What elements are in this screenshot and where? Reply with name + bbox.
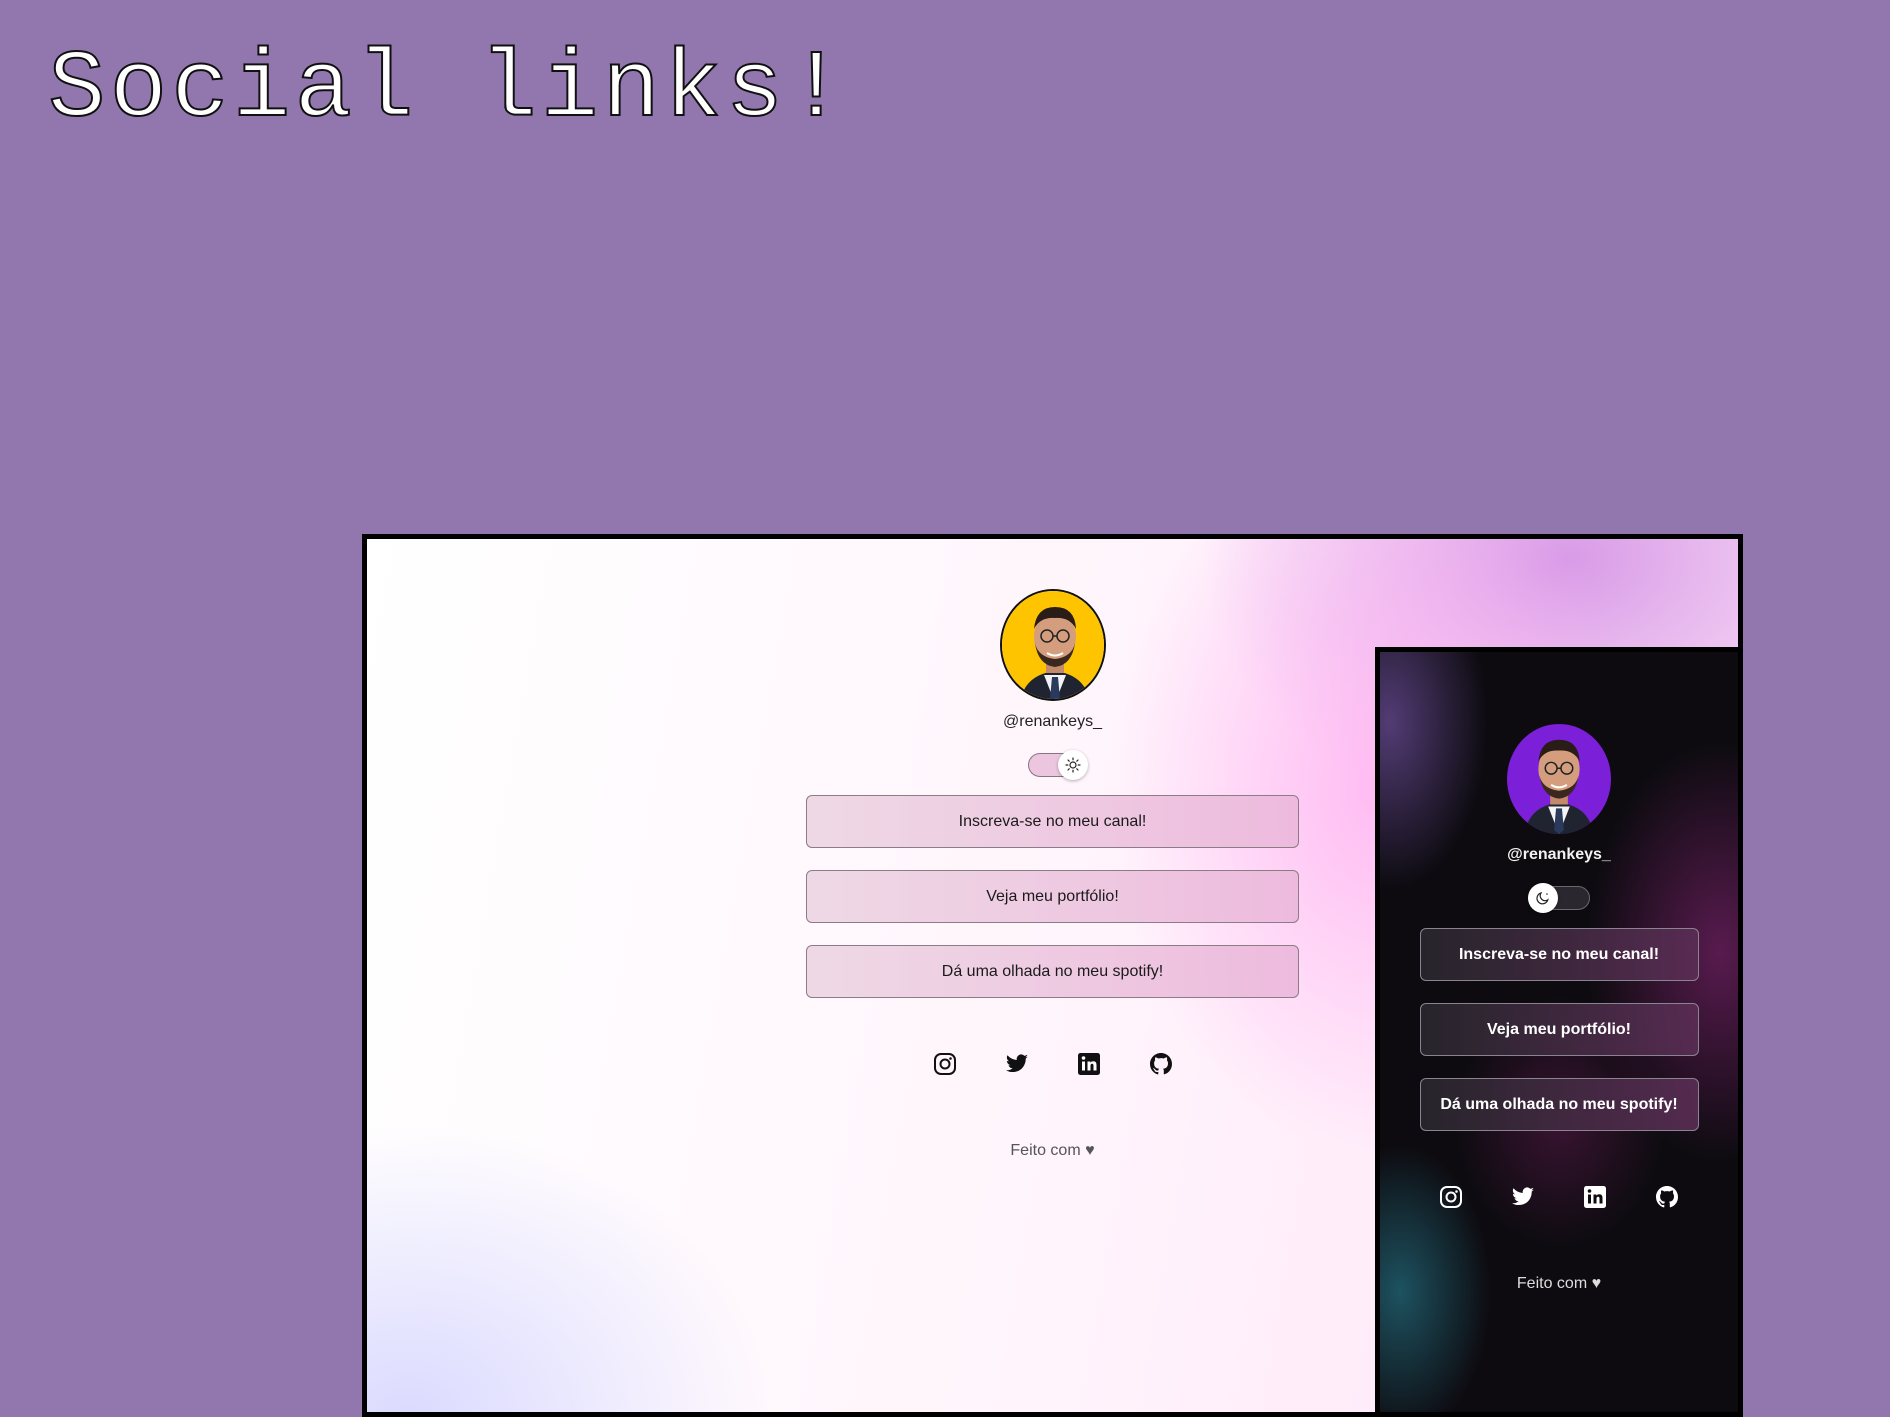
- theme-toggle[interactable]: [1528, 883, 1590, 913]
- twitter-link[interactable]: [1003, 1050, 1031, 1078]
- youtube-channel-button[interactable]: Inscreva-se no meu canal!: [1419, 928, 1699, 981]
- twitter-icon: [1512, 1187, 1534, 1206]
- avatar: [999, 589, 1106, 701]
- instagram-icon: [933, 1053, 956, 1075]
- portfolio-button[interactable]: Veja meu portfólio!: [1419, 1003, 1699, 1056]
- avatar: [1507, 724, 1611, 834]
- toggle-knob[interactable]: [1528, 883, 1558, 913]
- github-icon: [1149, 1053, 1172, 1075]
- instagram-link[interactable]: [1437, 1183, 1465, 1211]
- footer-text: Feito com ♥: [1516, 1275, 1602, 1292]
- github-icon: [1656, 1186, 1678, 1208]
- github-link[interactable]: [1147, 1050, 1175, 1078]
- linkedin-link[interactable]: [1075, 1050, 1103, 1078]
- instagram-link[interactable]: [931, 1050, 959, 1078]
- page-title: Social links!: [47, 35, 849, 144]
- github-link[interactable]: [1653, 1183, 1681, 1211]
- youtube-channel-button[interactable]: Inscreva-se no meu canal!: [806, 795, 1299, 848]
- dark-theme-preview: @renankeys_ Inscreva-se no meu canal! Ve…: [1375, 647, 1743, 1417]
- link-list: Inscreva-se no meu canal! Veja meu portf…: [1380, 928, 1738, 1131]
- spotify-button[interactable]: Dá uma olhada no meu spotify!: [806, 945, 1299, 998]
- sun-icon: [1064, 757, 1081, 773]
- toggle-knob[interactable]: [1057, 750, 1088, 780]
- twitter-icon: [1005, 1054, 1028, 1073]
- spotify-button[interactable]: Dá uma olhada no meu spotify!: [1419, 1078, 1699, 1131]
- social-links: [1380, 1183, 1738, 1211]
- profile: @renankeys_ Inscreva-se no meu canal! Ve…: [1380, 724, 1738, 1293]
- portfolio-button[interactable]: Veja meu portfólio!: [806, 870, 1299, 923]
- linkedin-link[interactable]: [1581, 1183, 1609, 1211]
- twitter-link[interactable]: [1509, 1183, 1537, 1211]
- instagram-icon: [1440, 1186, 1462, 1208]
- linkedin-icon: [1077, 1053, 1100, 1075]
- linkedin-icon: [1584, 1186, 1606, 1208]
- theme-toggle[interactable]: [1027, 750, 1088, 780]
- profile-handle: @renankeys_: [1507, 846, 1611, 863]
- moon-icon: [1536, 891, 1549, 905]
